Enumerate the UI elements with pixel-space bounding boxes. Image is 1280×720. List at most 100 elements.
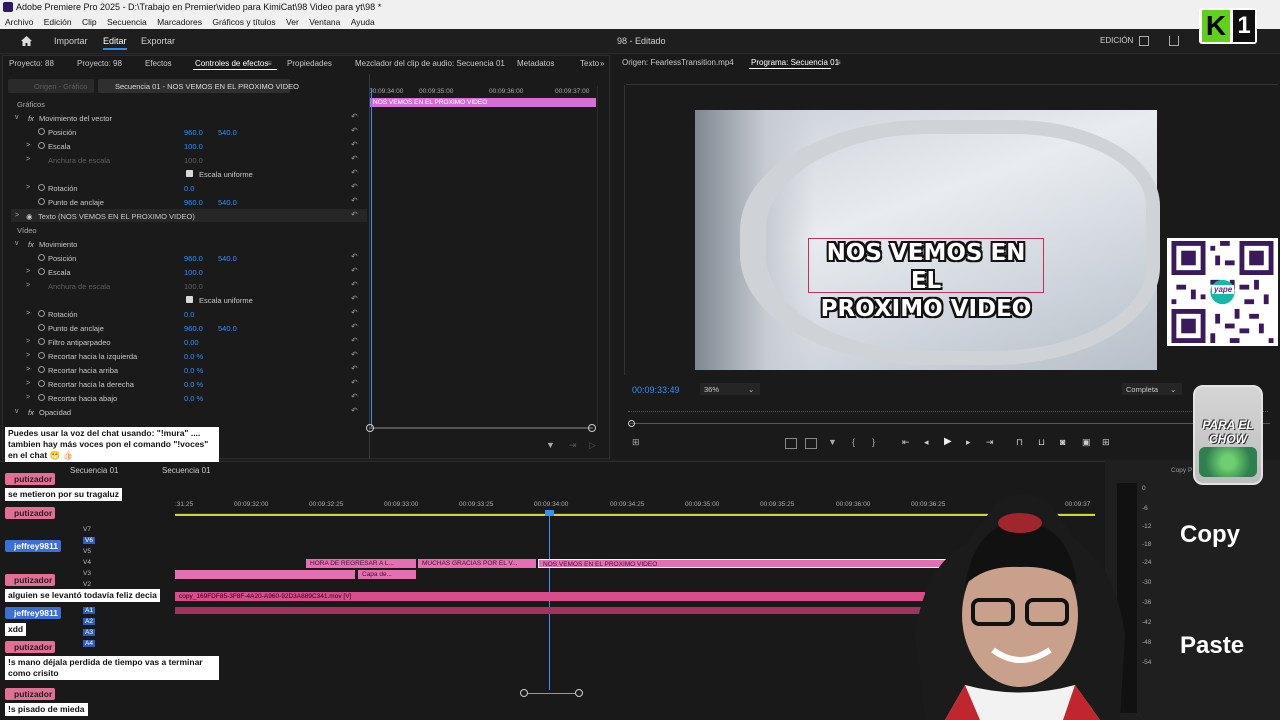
- expand-chevron-icon[interactable]: >: [26, 366, 30, 373]
- menu-ayuda[interactable]: Ayuda: [351, 17, 375, 27]
- mark-out-icon[interactable]: }: [872, 437, 875, 447]
- reset-icon[interactable]: ↶: [351, 266, 358, 275]
- tab-origen[interactable]: Origen: FearlessTransition.mp4: [622, 58, 734, 67]
- posicion-x-value[interactable]: 960.0: [184, 128, 203, 137]
- program-scrub-handle[interactable]: [628, 420, 635, 427]
- reset-icon[interactable]: ↶: [351, 252, 358, 261]
- v-escala-uniforme-checkbox[interactable]: [186, 296, 193, 303]
- reset-icon[interactable]: ↶: [351, 182, 358, 191]
- posicion-y-value[interactable]: 540.0: [218, 128, 237, 137]
- lift-icon[interactable]: ⊓: [1016, 437, 1023, 448]
- playhead-handle[interactable]: [545, 510, 554, 516]
- extract-icon[interactable]: ⊔: [1038, 437, 1045, 448]
- track-a1[interactable]: A1: [83, 607, 95, 614]
- home-icon[interactable]: [20, 35, 33, 47]
- clip-muchas-gracias[interactable]: MUCHAS GRACIAS POR EL V...: [418, 559, 536, 568]
- escala-uniforme-checkbox[interactable]: [186, 170, 193, 177]
- v-anclaje-x-value[interactable]: 960.0: [184, 324, 203, 333]
- tab-secuencia-2[interactable]: Secuencia 01: [162, 466, 210, 475]
- track-v3[interactable]: V3: [83, 570, 91, 577]
- tab-metadatos[interactable]: Metadatos: [517, 59, 554, 68]
- reset-icon[interactable]: ↶: [351, 140, 358, 149]
- expand-chevron-icon[interactable]: >: [26, 394, 30, 401]
- reset-icon[interactable]: ↶: [351, 196, 358, 205]
- clip-nos-vemos[interactable]: NOS VEMOS EN EL PROXIMO VIDEO: [538, 559, 963, 568]
- reset-icon[interactable]: ↶: [351, 126, 358, 135]
- ec-zoom-bar[interactable]: [369, 427, 593, 429]
- stopwatch-icon[interactable]: [38, 366, 45, 373]
- tab-mezclador[interactable]: Mezclador del clip de audio: Secuencia 0…: [355, 59, 505, 68]
- v-anclaje-y-value[interactable]: 540.0: [218, 324, 237, 333]
- go-to-out-icon[interactable]: ⇥: [986, 437, 994, 448]
- collapse-chevron-icon[interactable]: v: [15, 408, 19, 415]
- expand-chevron-icon[interactable]: >: [26, 338, 30, 345]
- timeline-zoom-bar[interactable]: [524, 693, 579, 694]
- reset-icon[interactable]: ↶: [351, 378, 358, 387]
- rec-arr-value[interactable]: 0.0 %: [184, 366, 203, 375]
- track-v5[interactable]: V5: [83, 548, 91, 555]
- reset-icon[interactable]: ↶: [351, 154, 358, 163]
- v-escala-value[interactable]: 100.0: [184, 268, 203, 277]
- comparison-icon[interactable]: ▣: [1082, 437, 1091, 448]
- settings-icon[interactable]: ⊞: [632, 437, 640, 448]
- reset-icon[interactable]: ↶: [351, 308, 358, 317]
- reset-icon[interactable]: ↶: [351, 168, 358, 177]
- track-a3[interactable]: A3: [83, 629, 95, 636]
- tab-texto[interactable]: Texto: [580, 59, 599, 68]
- collapse-chevron-icon[interactable]: v: [15, 114, 19, 121]
- rec-der-value[interactable]: 0.0 %: [184, 380, 203, 389]
- clip-unnamed[interactable]: [175, 570, 355, 579]
- playhead-timecode[interactable]: 00:09:33:49: [632, 385, 680, 395]
- zoom-select[interactable]: 36% ⌄: [700, 383, 760, 395]
- ec-zoom-handle-left[interactable]: [366, 424, 374, 432]
- stopwatch-icon[interactable]: [38, 254, 45, 261]
- mark-in-icon[interactable]: {: [852, 437, 855, 447]
- panel-menu-icon[interactable]: ≡: [836, 58, 841, 67]
- v-rotacion-value[interactable]: 0.0: [184, 310, 194, 319]
- stopwatch-icon[interactable]: [38, 142, 45, 149]
- reset-icon[interactable]: ↶: [351, 280, 358, 289]
- importar-link[interactable]: Importar: [54, 36, 88, 46]
- track-v2[interactable]: V2: [83, 581, 91, 588]
- reset-icon[interactable]: ↶: [351, 294, 358, 303]
- expand-chevron-icon[interactable]: >: [26, 352, 30, 359]
- reset-icon[interactable]: ↶: [351, 392, 358, 401]
- reset-icon[interactable]: ↶: [351, 112, 358, 121]
- stopwatch-icon[interactable]: [38, 338, 45, 345]
- expand-chevron-icon[interactable]: >: [26, 142, 30, 149]
- tab-secuencia[interactable]: Secuencia 01: [70, 466, 118, 475]
- ec-clip[interactable]: NOS VEMOS EN EL PROXIMO VIDEO: [369, 98, 596, 107]
- reset-icon[interactable]: ↶: [351, 406, 358, 415]
- menu-secuencia[interactable]: Secuencia: [107, 17, 147, 27]
- menu-clip[interactable]: Clip: [82, 17, 97, 27]
- quality-select[interactable]: Completa ⌄: [1122, 383, 1182, 395]
- texto-row[interactable]: > ◉ Texto (NOS VEMOS EN EL PROXIMO VIDEO…: [11, 209, 367, 222]
- rec-izq-value[interactable]: 0.0 %: [184, 352, 203, 361]
- menu-graficos[interactable]: Gráficos y títulos: [212, 17, 275, 27]
- stopwatch-icon[interactable]: [38, 198, 45, 205]
- expand-chevron-icon[interactable]: >: [26, 380, 30, 387]
- stopwatch-icon[interactable]: [38, 128, 45, 135]
- tab-proyecto-88[interactable]: Proyecto: 88: [9, 59, 54, 68]
- marker-button-icon[interactable]: [785, 438, 797, 449]
- expand-chevron-icon[interactable]: >: [26, 310, 30, 317]
- workspaces-icon[interactable]: [1139, 36, 1149, 46]
- v-posicion-x-value[interactable]: 960.0: [184, 254, 203, 263]
- export-frame-icon[interactable]: ⇥: [569, 440, 577, 451]
- step-back-icon[interactable]: ◂: [924, 437, 929, 448]
- anclaje-x-value[interactable]: 960.0: [184, 198, 203, 207]
- menu-ver[interactable]: Ver: [286, 17, 299, 27]
- collapse-chevron-icon[interactable]: v: [15, 240, 19, 247]
- track-v6[interactable]: V6: [83, 537, 95, 544]
- expand-chevron-icon[interactable]: >: [26, 184, 30, 191]
- step-forward-icon[interactable]: ▸: [966, 437, 971, 448]
- timeline-zoom-right[interactable]: [575, 689, 583, 697]
- more-tabs-icon[interactable]: »: [600, 59, 604, 68]
- reset-icon[interactable]: ↶: [351, 210, 358, 219]
- menu-marcadores[interactable]: Marcadores: [157, 17, 202, 27]
- track-v4[interactable]: V4: [83, 559, 91, 566]
- timeline-zoom-left[interactable]: [520, 689, 528, 697]
- tab-controles-efectos[interactable]: Controles de efectos: [195, 59, 268, 68]
- tab-propiedades[interactable]: Propiedades: [287, 59, 332, 68]
- eye-icon[interactable]: ◉: [26, 212, 33, 221]
